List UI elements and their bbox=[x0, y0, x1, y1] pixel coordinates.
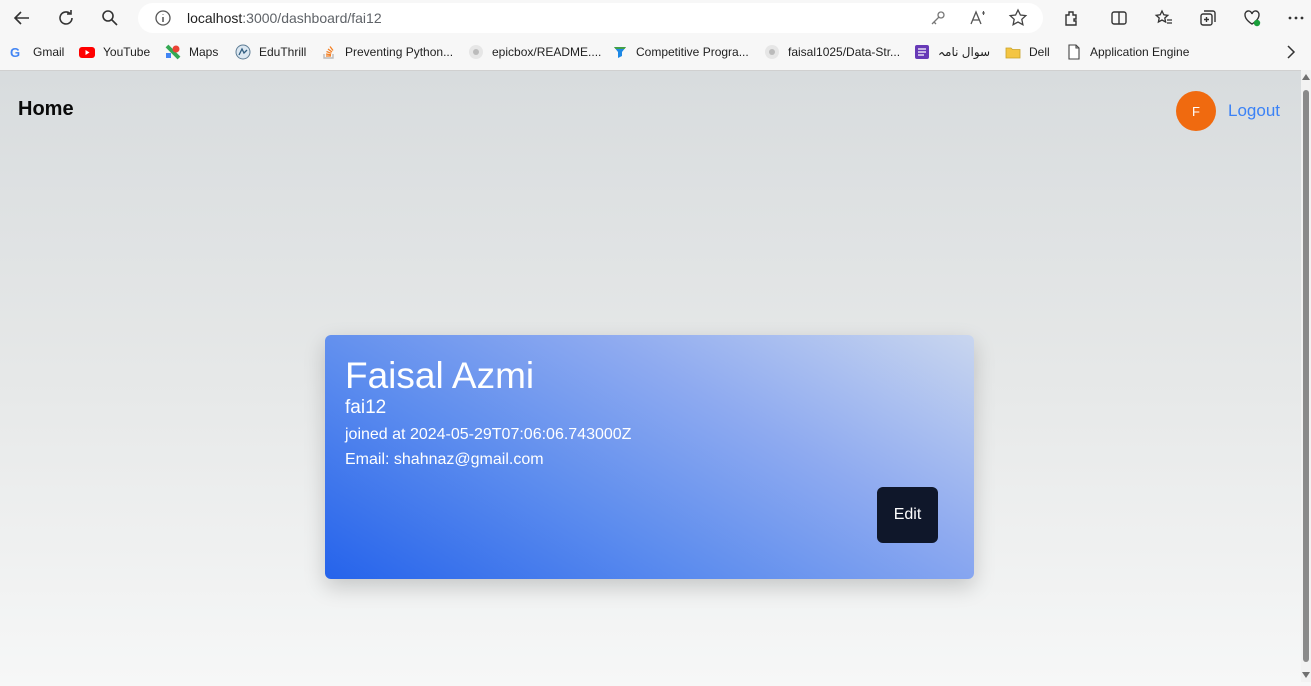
collections-icon[interactable] bbox=[1195, 5, 1221, 31]
maps-icon bbox=[165, 44, 181, 60]
site-info-icon[interactable] bbox=[154, 9, 172, 27]
bookmark-sawal-nama[interactable]: سوال نامہ bbox=[914, 43, 990, 61]
bookmark-label: epicbox/README.... bbox=[492, 45, 602, 59]
bookmark-label: EduThrill bbox=[259, 45, 307, 59]
browser-toolbar: localhost:3000/dashboard/fai12 bbox=[0, 0, 1311, 36]
bookmark-application-engine[interactable]: Application Engine bbox=[1066, 43, 1189, 61]
bookmark-youtube[interactable]: YouTube bbox=[79, 43, 150, 61]
scroll-down-arrow-icon[interactable] bbox=[1302, 672, 1310, 678]
page-scrollbar[interactable] bbox=[1301, 70, 1311, 682]
bookmark-epicbox-readme[interactable]: epicbox/README.... bbox=[468, 43, 601, 61]
profile-name: Faisal Azmi bbox=[345, 355, 535, 396]
read-aloud-icon[interactable] bbox=[968, 8, 988, 28]
github-icon bbox=[765, 45, 779, 59]
extensions-icon[interactable] bbox=[1058, 5, 1084, 31]
bookmark-dell[interactable]: Dell bbox=[1005, 43, 1050, 61]
page-title[interactable]: Home bbox=[18, 98, 74, 121]
bookmark-eduthrill[interactable]: EduThrill bbox=[235, 43, 306, 61]
gmail-icon: G bbox=[10, 45, 20, 60]
scrollbar-thumb[interactable] bbox=[1303, 90, 1309, 662]
page-viewport: Home F Logout Faisal Azmi fai12 joined a… bbox=[0, 70, 1301, 682]
url-host: localhost bbox=[187, 10, 243, 26]
bookmarks-bar: G Gmail YouTube Maps EduThrill Preventin… bbox=[0, 38, 1311, 66]
bookmark-faisal1025-data-structures[interactable]: faisal1025/Data-Str... bbox=[764, 43, 900, 61]
url-text[interactable]: localhost:3000/dashboard/fai12 bbox=[187, 10, 382, 26]
avatar[interactable]: F bbox=[1176, 91, 1216, 131]
favorites-icon[interactable] bbox=[1151, 5, 1177, 31]
bookmark-competitive-programming[interactable]: Competitive Progra... bbox=[612, 43, 749, 61]
bookmark-label: Gmail bbox=[33, 45, 65, 59]
logout-link[interactable]: Logout bbox=[1228, 101, 1280, 121]
bookmark-label: faisal1025/Data-Str... bbox=[788, 45, 901, 59]
key-icon[interactable] bbox=[928, 8, 948, 28]
svg-text:G: G bbox=[10, 45, 20, 60]
bookmark-label: Application Engine bbox=[1090, 45, 1190, 59]
profile-joined-date: joined at 2024-05-29T07:06:06.743000Z bbox=[345, 426, 632, 443]
github-icon bbox=[469, 45, 483, 59]
edit-button[interactable]: Edit bbox=[877, 487, 938, 543]
reload-icon[interactable] bbox=[53, 5, 79, 31]
bookmark-preventing-python[interactable]: Preventing Python... bbox=[321, 43, 453, 61]
search-icon[interactable] bbox=[97, 5, 123, 31]
profile-email: Email: shahnaz@gmail.com bbox=[345, 451, 544, 468]
bookmark-label: Competitive Progra... bbox=[636, 45, 749, 59]
back-icon[interactable] bbox=[9, 5, 35, 31]
bookmark-label: Preventing Python... bbox=[345, 45, 454, 59]
chevron-right-icon[interactable] bbox=[1283, 43, 1299, 61]
favorite-star-icon[interactable] bbox=[1008, 8, 1028, 28]
bookmark-label: سوال نامہ bbox=[938, 45, 991, 59]
profile-card: Faisal Azmi fai12 joined at 2024-05-29T0… bbox=[325, 335, 974, 579]
form-icon bbox=[915, 45, 929, 59]
url-path: :3000/dashboard/fai12 bbox=[242, 10, 382, 26]
page-icon bbox=[1068, 44, 1080, 60]
bookmark-gmail[interactable]: G Gmail bbox=[9, 43, 64, 61]
address-bar[interactable]: localhost:3000/dashboard/fai12 bbox=[138, 3, 1043, 33]
eduthrill-icon bbox=[235, 44, 251, 60]
split-screen-icon[interactable] bbox=[1106, 5, 1132, 31]
bookmark-label: YouTube bbox=[103, 45, 151, 59]
bookmark-label: Dell bbox=[1029, 45, 1050, 59]
youtube-icon bbox=[79, 47, 95, 58]
bookmark-label: Maps bbox=[189, 45, 219, 59]
funnel-icon bbox=[614, 47, 626, 58]
browser-essentials-icon[interactable] bbox=[1239, 5, 1265, 31]
scroll-up-arrow-icon[interactable] bbox=[1302, 74, 1310, 80]
stackoverflow-icon bbox=[323, 46, 334, 59]
window-bottom-edge bbox=[0, 682, 1311, 686]
profile-username: fai12 bbox=[345, 397, 387, 418]
bookmark-maps[interactable]: Maps bbox=[165, 43, 218, 61]
avatar-initial: F bbox=[1192, 103, 1200, 119]
folder-icon bbox=[1005, 47, 1021, 59]
more-menu-icon[interactable] bbox=[1283, 5, 1309, 31]
